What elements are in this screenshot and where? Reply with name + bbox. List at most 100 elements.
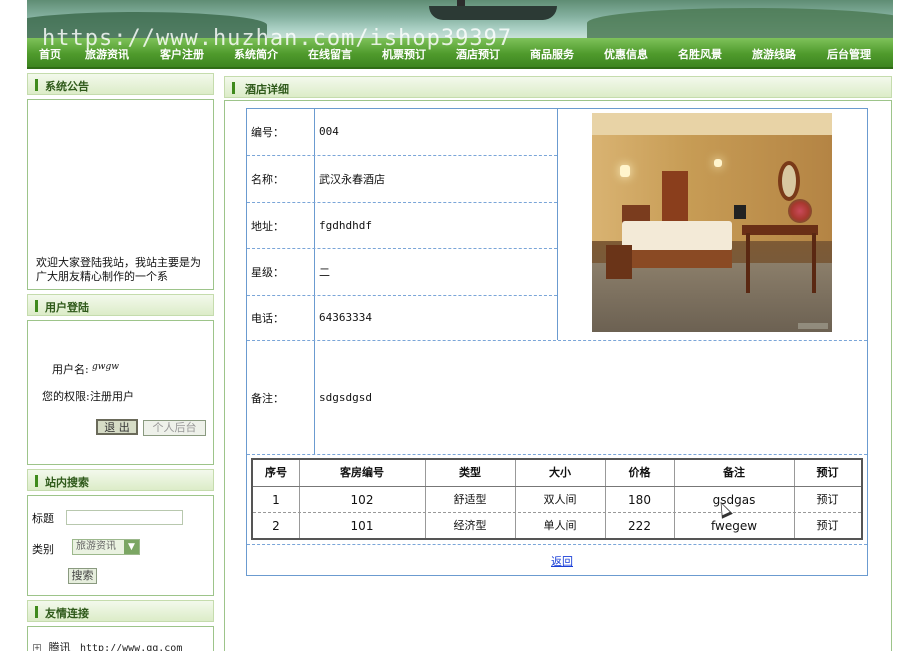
detail-row-divider xyxy=(247,202,557,203)
room-book-link[interactable]: 预订 xyxy=(794,487,861,513)
room-cell-price: 180 xyxy=(628,493,651,507)
header-bar-icon xyxy=(232,82,235,94)
rooms-header-type: 类型 xyxy=(459,466,481,479)
watermark: https://www.huzhan.com/ishop39397 xyxy=(42,26,513,51)
nav-item-scenery[interactable]: 名胜风景 xyxy=(678,46,722,62)
header-bar-icon xyxy=(35,606,38,618)
field-star-label: 星级： xyxy=(251,266,284,279)
nav-item-admin[interactable]: 后台管理 xyxy=(827,46,871,62)
notice-text: 欢迎大家登陆我站，我站主要是为广大朋友精心制作的一个系 xyxy=(36,256,201,283)
room-cell-price: 222 xyxy=(628,519,651,533)
nav-item-deals[interactable]: 优惠信息 xyxy=(604,46,648,62)
nav-item-routes[interactable]: 旅游线路 xyxy=(752,46,796,62)
rooms-table: 序号 客房编号 类型 大小 价格 备注 预订 1 102 舒适型 双人间 180… xyxy=(251,458,863,540)
room-cell-type: 舒适型 xyxy=(453,493,487,506)
notice-title: 系统公告 xyxy=(45,80,89,93)
room-cell-seq: 2 xyxy=(272,519,280,533)
search-header: 站内搜索 xyxy=(27,469,214,491)
search-box: 标题 类别 旅游资讯 ▼ 搜索 xyxy=(27,495,214,596)
rooms-header-remark: 备注 xyxy=(723,466,745,479)
field-name-value: 武汉永春酒店 xyxy=(319,173,385,186)
hotel-room-photo xyxy=(592,113,832,332)
login-title: 用户登陆 xyxy=(45,301,89,314)
detail-col-divider xyxy=(314,108,315,454)
nav-item-goods[interactable]: 商品服务 xyxy=(530,46,574,62)
photo-mirror xyxy=(778,161,800,201)
banner-hill xyxy=(587,8,893,38)
room-cell-remark: gsdgas xyxy=(712,493,756,507)
rooms-header-seq: 序号 xyxy=(265,466,287,479)
field-phone-label: 电话： xyxy=(251,312,284,325)
header-bar-icon xyxy=(35,79,38,91)
photo-bed-base xyxy=(622,250,732,268)
field-name-label: 名称： xyxy=(251,173,284,186)
field-id-label: 编号： xyxy=(251,126,284,139)
permission-label: 您的权限: xyxy=(42,390,90,403)
detail-row-divider xyxy=(247,340,867,341)
expand-icon: + xyxy=(33,644,41,651)
back-link[interactable]: 返回 xyxy=(551,553,573,569)
search-category-value: 旅游资讯 xyxy=(76,541,116,552)
search-title: 站内搜索 xyxy=(45,476,89,489)
rooms-header-book: 预订 xyxy=(816,466,839,479)
room-cell-seq: 1 xyxy=(272,493,280,507)
photo-door xyxy=(662,171,688,227)
detail-col-divider xyxy=(557,108,558,340)
detail-row-divider xyxy=(247,155,557,156)
photo-caption-mark xyxy=(798,323,828,329)
photo-ceiling xyxy=(592,113,832,135)
field-remark-value: sdgsdgsd xyxy=(319,391,372,404)
photo-bed xyxy=(622,221,732,251)
field-star-value: 二 xyxy=(319,266,330,279)
friend-link-url[interactable]: http://www.qq.com xyxy=(80,643,182,651)
search-category-select[interactable]: 旅游资讯 ▼ xyxy=(72,539,140,555)
search-category-label: 类别 xyxy=(32,543,54,556)
rooms-header-size: 大小 xyxy=(549,466,571,479)
photo-lamp xyxy=(714,159,722,167)
photo-flowers xyxy=(788,199,812,223)
header-bar-icon xyxy=(35,475,38,487)
search-button[interactable]: 搜索 xyxy=(68,568,97,584)
photo-desk-leg xyxy=(812,233,816,293)
links-header: 友情连接 xyxy=(27,600,214,622)
friend-link-name[interactable]: 腾讯 xyxy=(49,641,71,651)
search-title-input[interactable] xyxy=(66,510,183,525)
links-title: 友情连接 xyxy=(45,607,89,620)
detail-row-divider xyxy=(247,544,867,545)
photo-desk xyxy=(742,225,818,235)
chevron-down-icon: ▼ xyxy=(124,540,139,554)
detail-row-divider xyxy=(247,295,557,296)
field-remark-label: 备注： xyxy=(251,392,284,405)
search-title-label: 标题 xyxy=(32,512,54,525)
field-phone-value: 64363334 xyxy=(319,311,372,324)
main-header: 酒店详细 xyxy=(224,76,892,98)
room-book-link[interactable]: 预订 xyxy=(794,513,861,539)
room-cell-room-no: 101 xyxy=(350,519,374,533)
room-cell-type: 经济型 xyxy=(453,519,487,532)
room-cell-size: 双人间 xyxy=(543,493,577,506)
detail-row-divider xyxy=(247,248,557,249)
main-title: 酒店详细 xyxy=(245,83,289,96)
field-address-value: fgdhdhdf xyxy=(319,219,372,232)
permission-value: 注册用户 xyxy=(90,390,134,403)
username-value: gwgw xyxy=(92,362,119,372)
header-bar-icon xyxy=(35,300,38,312)
room-cell-room-no: 102 xyxy=(350,493,374,507)
photo-lamp xyxy=(620,165,630,177)
room-cell-size: 单人间 xyxy=(543,519,577,532)
personal-center-button[interactable]: 个人后台 xyxy=(143,420,206,436)
logout-button[interactable]: 退 出 xyxy=(96,419,138,435)
friend-link-item[interactable]: + 腾讯 http://www.qq.com xyxy=(33,639,182,651)
rooms-header-price: 价格 xyxy=(628,466,651,479)
field-address-label: 地址： xyxy=(251,220,284,233)
photo-nightstand xyxy=(606,245,632,279)
notice-box: 欢迎大家登陆我站，我站主要是为广大朋友精心制作的一个系 xyxy=(27,99,214,290)
login-box: 用户名: gwgw 您的权限: 注册用户 退 出 个人后台 xyxy=(27,320,214,465)
login-header: 用户登陆 xyxy=(27,294,214,316)
username-label: 用户名: xyxy=(52,363,89,376)
field-id-value: 004 xyxy=(319,125,339,138)
notice-header: 系统公告 xyxy=(27,73,214,95)
page: 首页 旅游资讯 客户注册 系统简介 在线留言 机票预订 酒店预订 商品服务 优惠… xyxy=(0,0,900,651)
photo-tv xyxy=(734,205,746,219)
photo-desk-leg xyxy=(746,233,750,293)
